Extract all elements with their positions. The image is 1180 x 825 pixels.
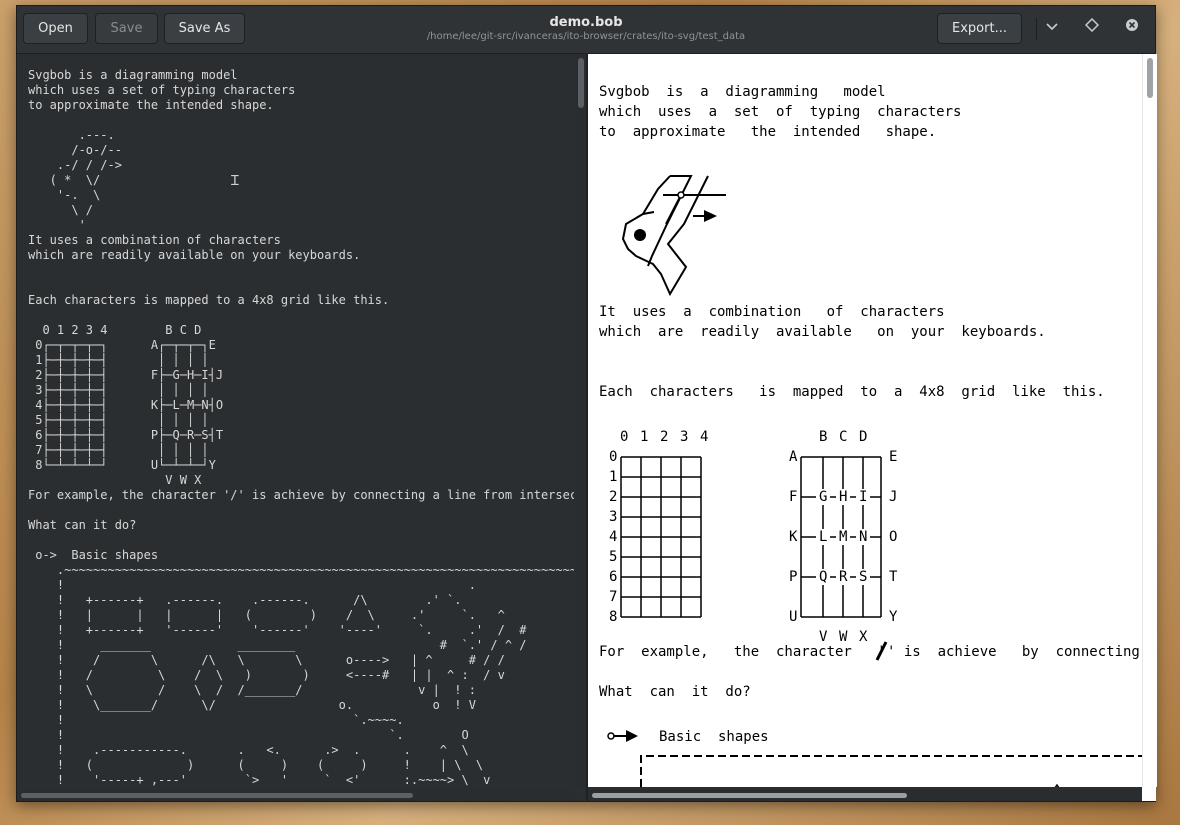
- dashed-box: [640, 755, 1142, 787]
- letter-top-label: C: [839, 429, 847, 445]
- preview-line: ' is achieve by connecting: [887, 644, 1140, 660]
- editor-text[interactable]: Svgbob is a diagramming model which uses…: [17, 54, 574, 787]
- letter-bottom-label: W: [839, 629, 848, 645]
- scrollbar-thumb[interactable]: [21, 793, 413, 798]
- editor-vertical-scrollbar[interactable]: [576, 54, 586, 787]
- preview-canvas: Svgbob is a diagramming model which uses…: [599, 84, 1142, 787]
- letter-left-label: U: [789, 609, 797, 625]
- preview-line: It uses a combination of characters: [599, 304, 945, 320]
- letter-grid: B C D V W X A F K P U E J O T Y G H I L M N Q R S: [789, 429, 898, 645]
- export-button[interactable]: Export...: [937, 13, 1022, 44]
- header-bar: Open Save Save As demo.bob /home/lee/git…: [17, 6, 1155, 54]
- letter-top-label: B: [819, 429, 827, 445]
- editor-horizontal-scrollbar[interactable]: [17, 789, 574, 801]
- letter-top-label: D: [859, 429, 867, 445]
- scroll-corner: [1142, 787, 1156, 801]
- preview-line: to approximate the intended shape.: [599, 124, 936, 140]
- number-grid: 01234 012345678: [609, 429, 708, 625]
- letter-right-label: E: [889, 449, 897, 465]
- grid-row-header: 1: [609, 469, 617, 485]
- grid-row-header: 8: [609, 609, 617, 625]
- text-cursor-icon: Ɪ: [231, 173, 239, 189]
- letter-bottom-label: V: [819, 629, 828, 645]
- letter-left-label: K: [789, 529, 798, 545]
- grid-col-header: 0: [620, 429, 628, 445]
- preview-line: What can it do?: [599, 684, 751, 700]
- grid-row-header: 2: [609, 489, 617, 505]
- preview-line: For example, the character ': [599, 644, 886, 660]
- grid-col-header: 1: [640, 429, 648, 445]
- preview-horizontal-scrollbar[interactable]: [588, 789, 1142, 801]
- grid-row-header: 6: [609, 569, 617, 585]
- preview-line: Each characters is mapped to a 4x8 grid …: [599, 384, 1105, 400]
- letter-inner-label: S: [859, 569, 867, 585]
- letter-inner-label: M: [839, 529, 847, 545]
- grid-row-header: 3: [609, 509, 617, 525]
- bullet-circle-icon: [607, 732, 615, 740]
- scrollbar-thumb[interactable]: [1147, 58, 1153, 98]
- letter-bottom-label: X: [859, 629, 868, 645]
- scrollbar-thumb[interactable]: [592, 793, 907, 798]
- preview-line: which are readily available on your keyb…: [599, 324, 1046, 340]
- close-icon[interactable]: [1117, 13, 1147, 44]
- grid-col-header: 3: [680, 429, 688, 445]
- letter-right-label: Y: [889, 609, 898, 625]
- grid-col-header: 2: [660, 429, 668, 445]
- grid-row-header: 5: [609, 549, 617, 565]
- logo-dot: [634, 229, 646, 241]
- letter-inner-label: R: [839, 569, 848, 585]
- scrollbar-thumb[interactable]: [578, 58, 584, 108]
- app-window: Open Save Save As demo.bob /home/lee/git…: [16, 5, 1157, 802]
- preview-vertical-scrollbar[interactable]: [1142, 54, 1157, 787]
- letter-inner-label: L: [819, 529, 827, 545]
- letter-left-label: A: [789, 449, 798, 465]
- bullet-arrowhead-icon: [626, 730, 638, 742]
- letter-right-label: O: [889, 529, 897, 545]
- logo-node: [677, 191, 685, 199]
- letter-inner-label: G: [819, 489, 827, 505]
- grid-col-header: 4: [700, 429, 708, 445]
- letter-inner-label: Q: [819, 569, 827, 585]
- preview-line: which uses a set of typing characters: [599, 104, 961, 120]
- svg-preview: Svgbob is a diagramming model which uses…: [588, 54, 1142, 787]
- grid-row-header: 0: [609, 449, 617, 465]
- letter-right-label: J: [889, 489, 897, 505]
- text-editor[interactable]: Svgbob is a diagramming model which uses…: [17, 54, 574, 787]
- diamond-icon[interactable]: [1077, 13, 1107, 44]
- grid-row-header: 7: [609, 589, 617, 605]
- letter-left-label: P: [789, 569, 797, 585]
- letter-inner-label: I: [859, 489, 867, 505]
- preview-line: Basic shapes: [659, 729, 769, 745]
- chevron-down-icon[interactable]: [1037, 13, 1067, 44]
- letter-inner-label: H: [839, 489, 847, 505]
- grid-row-header: 4: [609, 529, 617, 545]
- triangle-peak: [1054, 783, 1060, 787]
- logo-arrowhead: [704, 210, 717, 222]
- letter-left-label: F: [789, 489, 797, 505]
- letter-right-label: T: [889, 569, 898, 585]
- preview-line: Svgbob is a diagramming model: [599, 84, 886, 100]
- letter-inner-label: N: [859, 529, 867, 545]
